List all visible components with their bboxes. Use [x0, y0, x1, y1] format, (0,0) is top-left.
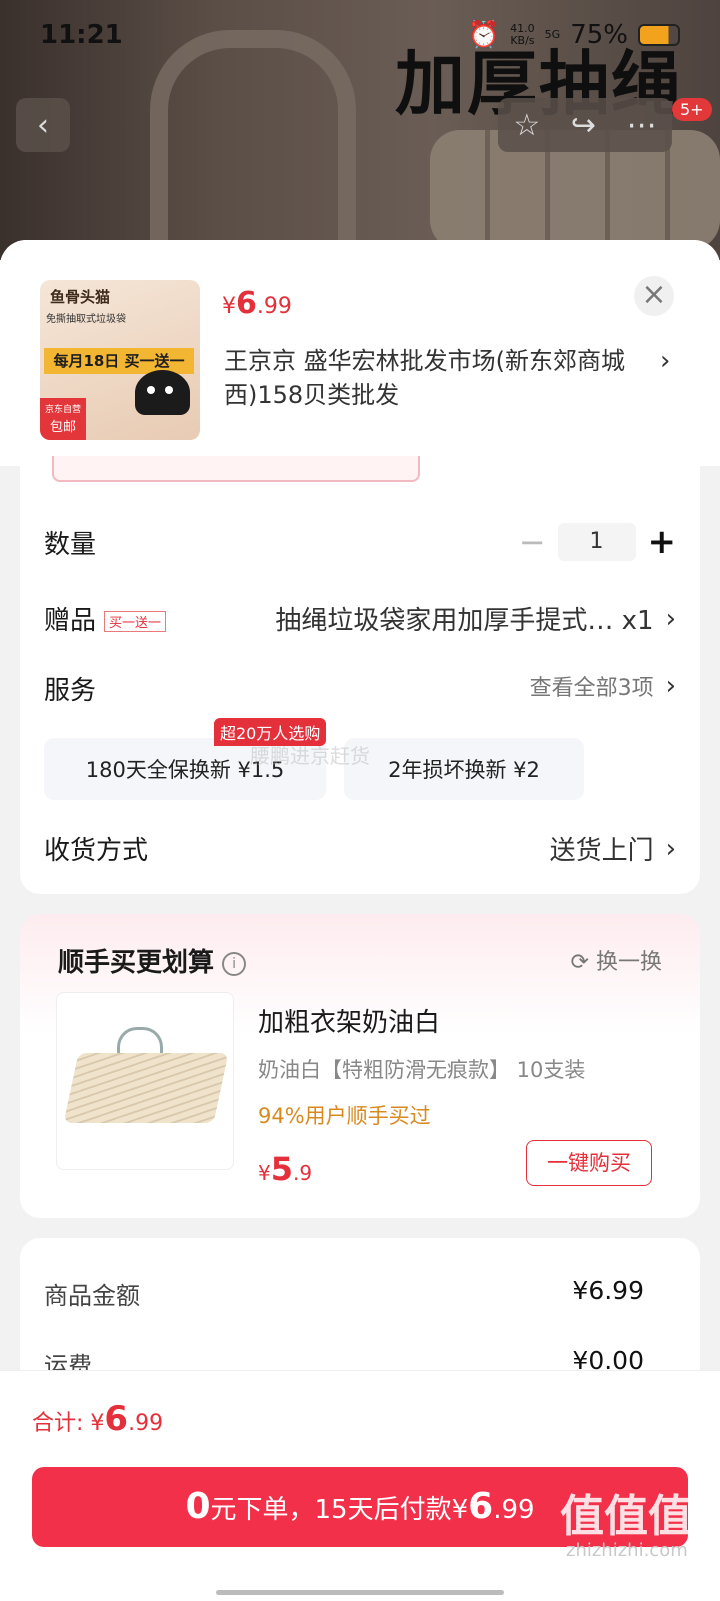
addon-price: ¥5.9 — [258, 1150, 313, 1188]
gift-row[interactable]: 赠品 买一送一 抽绳垃圾袋家用加厚手提式… x1 › — [44, 600, 676, 640]
status-icons: ⏰ 41.0 KB/s 5G 75% — [468, 20, 680, 50]
gift-tag: 买一送一 — [104, 611, 167, 632]
addon-bought-rate: 94%用户顺手买过 — [258, 1104, 431, 1128]
net-speed: 41.0 KB/s — [510, 22, 535, 47]
product-thumbnail[interactable]: 鱼骨头猫 免撕抽取式垃圾袋 每月18日 买一送一 京东自营 包邮 — [40, 280, 200, 440]
close-button[interactable]: × — [634, 276, 674, 316]
gift-label: 赠品 — [44, 606, 97, 636]
quantity-row: 数量 − 1 + — [44, 522, 676, 562]
quantity-input[interactable]: 1 — [557, 523, 636, 561]
thumb-brand: 鱼骨头猫 — [50, 288, 111, 306]
share-icon[interactable]: ↪ — [571, 108, 596, 143]
battery-icon — [638, 24, 680, 46]
watermark-site: zhizhizhi.com — [566, 1540, 688, 1561]
status-bar: 11:21 ⏰ 41.0 KB/s 5G 75% — [40, 20, 680, 56]
swap-button[interactable]: ⟳ 换一换 — [571, 944, 662, 976]
quantity-stepper: − 1 + — [519, 522, 676, 562]
info-icon[interactable]: i — [222, 951, 247, 976]
close-icon: × — [641, 277, 667, 312]
sheet-header: 鱼骨头猫 免撕抽取式垃圾袋 每月18日 买一送一 京东自营 包邮 ¥6.99 王京… — [0, 240, 720, 466]
goods-amount-row: 商品金额 ¥6.99 — [44, 1276, 644, 1310]
delivery-address[interactable]: 王京京 盛华宏林批发市场(新东郊商城西)158贝类批发 — [224, 344, 644, 412]
addon-product-spec: 奶油白【特粗防滑无痕款】 10支装 — [258, 1058, 586, 1082]
battery-percent: 75% — [570, 20, 628, 50]
cat-logo-icon — [135, 370, 190, 415]
top-actions: ☆ ↪ ⋯ — [498, 98, 672, 152]
delivery-value: 送货上门 — [549, 836, 654, 866]
chevron-right-icon: › — [665, 603, 676, 634]
quantity-label: 数量 — [44, 530, 97, 560]
back-button[interactable]: ‹ — [16, 98, 70, 152]
chevron-right-icon: › — [665, 833, 676, 864]
one-click-buy-button[interactable]: 一键购买 — [526, 1140, 652, 1186]
gift-value: 抽绳垃圾袋家用加厚手提式… x1 — [275, 606, 654, 636]
total-price: 合计: ¥6.99 — [32, 1399, 164, 1439]
watermark-logo: 值值值 — [560, 1491, 692, 1542]
alarm-icon: ⏰ — [467, 20, 501, 50]
service-label: 服务 — [44, 676, 97, 706]
message-badge: 5+ — [672, 98, 712, 121]
status-time: 11:21 — [40, 20, 123, 50]
variant-peek — [52, 456, 420, 482]
addon-product-image[interactable] — [56, 992, 234, 1170]
more-icon[interactable]: ⋯ — [627, 108, 657, 143]
signal-label: 5G — [544, 28, 561, 41]
home-indicator[interactable] — [216, 1590, 504, 1595]
chevron-left-icon: ‹ — [37, 107, 49, 143]
chevron-right-icon[interactable]: › — [660, 346, 670, 376]
service-view-all: 查看全部3项 — [529, 676, 654, 701]
delivery-row[interactable]: 收货方式 送货上门 › — [44, 830, 676, 870]
delivery-label: 收货方式 — [44, 836, 149, 866]
service-row[interactable]: 服务 查看全部3项 › — [44, 670, 676, 710]
product-price: ¥6.99 — [222, 286, 292, 321]
addon-card: 顺手买更划算 i ⟳ 换一换 加粗衣架奶油白 奶油白【特粗防滑无痕款】 10支装 … — [20, 914, 700, 1218]
service-option-2[interactable]: 2年损坏换新 ¥2 — [344, 738, 584, 800]
plus-button[interactable]: + — [648, 522, 677, 562]
addon-title: 顺手买更划算 i — [58, 942, 247, 979]
star-icon[interactable]: ☆ — [513, 108, 540, 143]
minus-button[interactable]: − — [519, 523, 546, 561]
thumb-subtitle: 免撕抽取式垃圾袋 — [46, 314, 126, 325]
thumb-tags: 京东自营 包邮 — [40, 398, 86, 440]
thumb-promo: 每月18日 买一送一 — [44, 348, 194, 374]
refresh-icon: ⟳ — [570, 950, 589, 975]
addon-product-name[interactable]: 加粗衣架奶油白 — [258, 1002, 440, 1039]
chevron-right-icon: › — [665, 671, 676, 701]
hanger-image — [63, 1053, 229, 1123]
watermark-overlay: 腰鹏进京赶货 — [250, 744, 370, 768]
